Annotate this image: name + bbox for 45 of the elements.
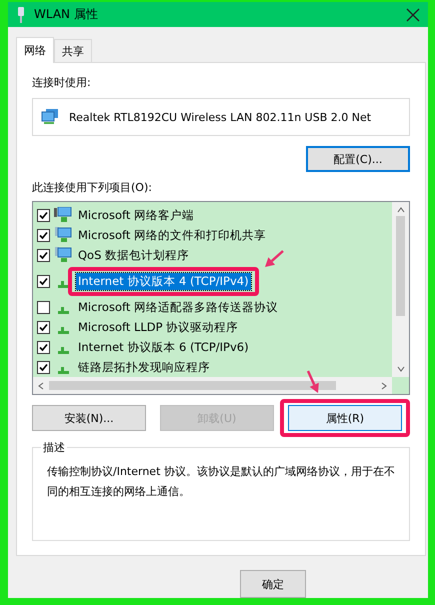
action-button[interactable]: 安装(N)...	[32, 405, 146, 431]
scroll-left-icon[interactable]	[37, 382, 45, 390]
close-icon[interactable]	[406, 8, 420, 22]
network-computer-icon	[41, 109, 59, 125]
checkbox[interactable]	[37, 300, 50, 314]
network-computer-icon	[54, 247, 72, 263]
scroll-right-icon[interactable]	[380, 382, 388, 390]
protocol-icon	[58, 281, 68, 288]
checkbox[interactable]	[37, 320, 50, 334]
list-item[interactable]: Microsoft LLDP 协议驱动程序	[76, 318, 240, 336]
vertical-scrollbar[interactable]	[392, 202, 409, 377]
list-item[interactable]: Microsoft 网络的文件和打印机共享	[76, 226, 268, 244]
list-item[interactable]: QoS 数据包计划程序	[76, 246, 192, 264]
description-text: 传输控制协议/Internet 协议。该协议是默认的广域网络协议，用于在不同的相互连接的网络上通信。	[47, 464, 395, 500]
network-computer-icon	[54, 227, 72, 243]
checkbox[interactable]	[37, 248, 50, 262]
protocol-icon	[58, 327, 68, 334]
group-title: 描述	[41, 440, 67, 455]
configure-button[interactable]: 配置(C)...	[306, 146, 410, 172]
list-item[interactable]: Internet 协议版本 4 (TCP/IPv4)	[76, 272, 251, 290]
checkbox[interactable]	[37, 208, 50, 222]
wifi-adapter-icon	[16, 6, 26, 22]
network-computer-icon	[54, 207, 72, 223]
protocol-icon	[58, 367, 68, 374]
checkbox[interactable]	[37, 274, 50, 288]
tab[interactable]: 网络	[16, 37, 54, 63]
scroll-down-icon[interactable]	[396, 365, 404, 373]
scroll-up-icon[interactable]	[396, 206, 404, 214]
checkbox[interactable]	[37, 360, 50, 374]
list-item[interactable]: 链路层拓扑发现响应程序	[76, 358, 212, 376]
protocol-icon	[58, 307, 68, 314]
checkbox[interactable]	[37, 228, 50, 242]
tab[interactable]: 共享	[54, 39, 92, 62]
list-item[interactable]: Internet 协议版本 6 (TCP/IPv6)	[76, 338, 251, 356]
protocol-icon	[58, 347, 68, 354]
action-button[interactable]: 属性(R)	[288, 405, 402, 431]
field-label: 连接时使用:	[32, 75, 92, 90]
checkbox[interactable]	[37, 340, 50, 354]
list-label: 此连接使用下列项目(O):	[32, 180, 153, 195]
list-item[interactable]: Microsoft 网络适配器多路传送器协议	[76, 298, 280, 316]
window-title: WLAN 属性	[34, 6, 99, 23]
adapter-name: Realtek RTL8192CU Wireless LAN 802.11n USB 2.0 Net	[69, 110, 372, 124]
list-item[interactable]: Microsoft 网络客户端	[76, 206, 196, 224]
ok-button[interactable]: 确定	[240, 570, 306, 598]
horizontal-scrollbar[interactable]	[33, 377, 392, 394]
